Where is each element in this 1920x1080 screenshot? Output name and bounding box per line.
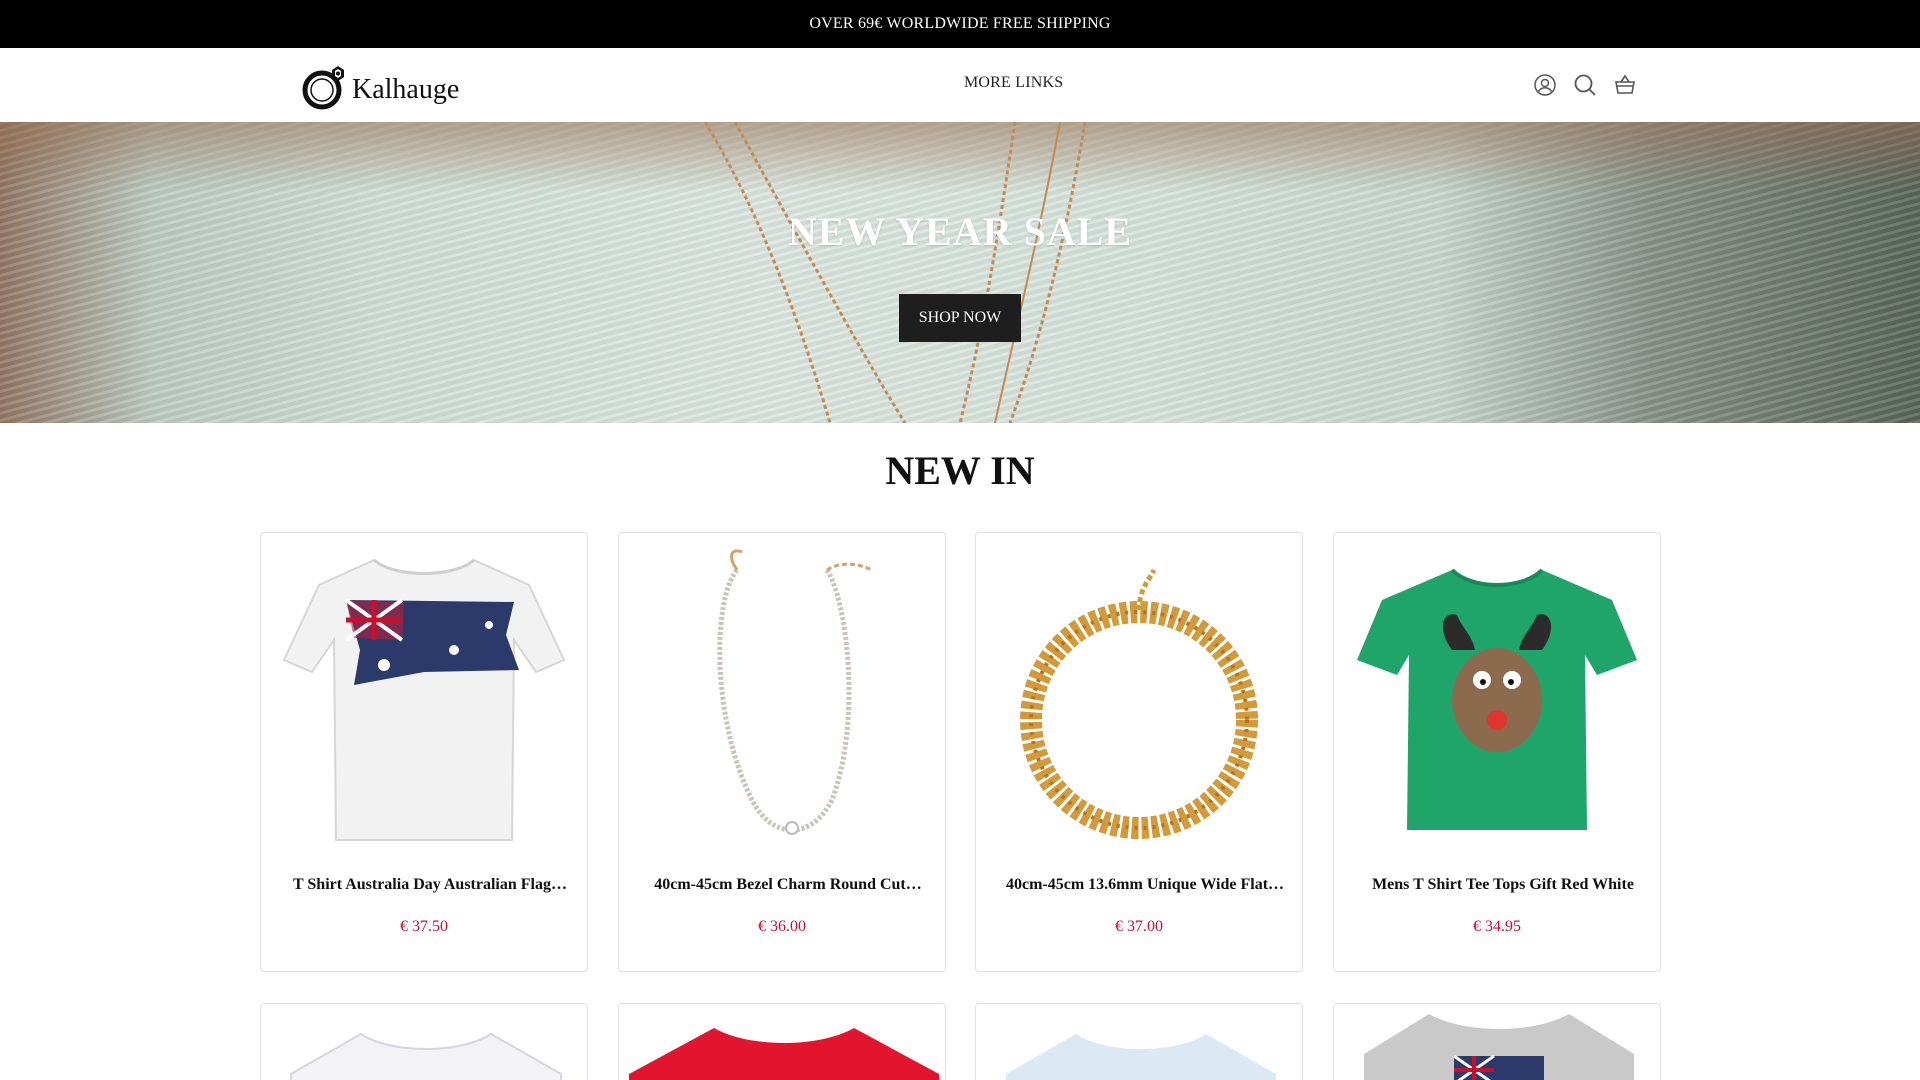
hero-title: NEW YEAR SALE xyxy=(787,209,1133,254)
white-tshirt-image[interactable] xyxy=(261,1004,588,1080)
product-price: € 34.95 xyxy=(1473,918,1521,935)
product-price: € 37.50 xyxy=(400,918,448,935)
cart-icon[interactable] xyxy=(1612,72,1638,98)
product-price: € 37.00 xyxy=(1115,918,1163,935)
gold-chain-necklace-image[interactable] xyxy=(977,534,1301,856)
product-price: € 36.00 xyxy=(758,918,806,935)
product-card[interactable]: Mens T Shirt Tee Tops Gift Red White € 3… xyxy=(1333,532,1661,972)
product-title[interactable]: Mens T Shirt Tee Tops Gift Red White xyxy=(1356,876,1650,894)
green-reindeer-tshirt-image[interactable] xyxy=(1335,534,1659,856)
product-title[interactable]: T Shirt Australia Day Australian Flag… xyxy=(283,876,577,894)
red-tshirt-image[interactable] xyxy=(619,1004,946,1080)
product-card[interactable]: 40cm-45cm 13.6mm Unique Wide Flat… € 37.… xyxy=(975,532,1303,972)
announcement-bar: OVER 69€ WORLDWIDE FREE SHIPPING xyxy=(0,0,1920,48)
hero-banner: NEW YEAR SALE SHOP NOW xyxy=(0,122,1920,423)
logo-text: Kalhauge xyxy=(352,74,460,105)
account-icon[interactable] xyxy=(1532,72,1558,98)
light-blue-tshirt-image[interactable] xyxy=(976,1004,1303,1080)
nav-more-links[interactable]: MORE LINKS xyxy=(964,74,1063,92)
product-card[interactable]: 40cm-45cm Bezel Charm Round Cut… € 36.00 xyxy=(618,532,946,972)
announcement-text: OVER 69€ WORLDWIDE FREE SHIPPING xyxy=(809,15,1111,32)
grey-tshirt-flag-image[interactable] xyxy=(1334,1004,1661,1080)
product-card[interactable] xyxy=(975,1003,1303,1080)
product-title[interactable]: 40cm-45cm 13.6mm Unique Wide Flat… xyxy=(998,876,1292,894)
product-card[interactable] xyxy=(618,1003,946,1080)
product-card[interactable]: T Shirt Australia Day Australian Flag… €… xyxy=(260,532,588,972)
product-card[interactable] xyxy=(1333,1003,1661,1080)
crystal-tennis-necklace-image[interactable] xyxy=(620,534,944,856)
product-card[interactable] xyxy=(260,1003,588,1080)
shop-now-button[interactable]: SHOP NOW xyxy=(899,294,1021,342)
necklace-chains-image xyxy=(703,122,1087,423)
white-tshirt-australia-flag-image[interactable] xyxy=(262,534,586,856)
ring-logo-icon xyxy=(302,66,344,110)
search-icon[interactable] xyxy=(1572,72,1598,98)
site-logo[interactable]: Kalhauge xyxy=(302,62,459,110)
site-header: Kalhauge MORE LINKS xyxy=(0,48,1920,122)
product-title[interactable]: 40cm-45cm Bezel Charm Round Cut… xyxy=(641,876,935,894)
new-in-heading: NEW IN xyxy=(885,448,1035,493)
